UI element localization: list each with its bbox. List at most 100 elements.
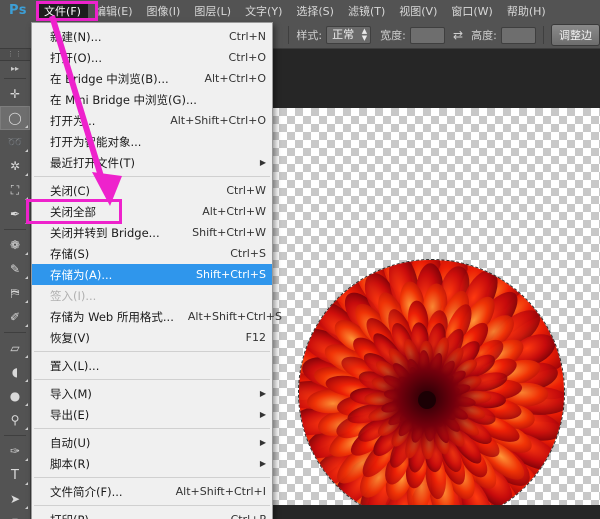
menubar-item-1[interactable]: 编辑(E) (88, 2, 140, 21)
menu-item-12[interactable]: 存储为(A)... Shift+Ctrl+S (32, 264, 272, 285)
menu-item-4[interactable]: 打开为... Alt+Shift+Ctrl+O (32, 110, 272, 131)
style-select[interactable]: 正常 ▲ ▼ (326, 26, 372, 44)
menu-item-10[interactable]: 关闭并转到 Bridge... Shift+Ctrl+W (32, 222, 272, 243)
menubar-item-7[interactable]: 视图(V) (392, 2, 444, 21)
tool-submenu-indicator (25, 324, 28, 327)
menu-item-shortcut: Alt+Shift+Ctrl+I (175, 485, 266, 498)
tools-panel-drag-handle[interactable]: ⋮⋮ (0, 48, 30, 61)
move-tool[interactable]: ✛ (0, 82, 30, 106)
menu-item-0[interactable]: 新建(N)... Ctrl+N (32, 26, 272, 47)
shape-tool[interactable]: ⬣ (0, 511, 30, 519)
toolbar-divider (4, 229, 26, 230)
menu-item-shortcut: Alt+Shift+Ctrl+S (187, 310, 282, 323)
menu-item-label: 存储(S) (50, 246, 90, 261)
menubar-item-2[interactable]: 图像(I) (140, 2, 188, 21)
menubar-item-5[interactable]: 选择(S) (289, 2, 341, 21)
menu-separator (34, 176, 270, 177)
photoshop-logo: Ps (9, 3, 28, 18)
eraser-tool[interactable]: ▱ (0, 336, 30, 360)
tool-submenu-indicator (25, 427, 28, 430)
menu-item-17[interactable]: 置入(L)... (32, 355, 272, 376)
healing-brush-icon: ❁ (9, 238, 21, 252)
tool-submenu-indicator (25, 197, 28, 200)
pen-tool[interactable]: ✑ (0, 439, 30, 463)
menu-item-23[interactable]: 脚本(R) ▶ (32, 453, 272, 474)
menubar-item-4[interactable]: 文字(Y) (238, 2, 289, 21)
menu-item-20[interactable]: 导出(E) ▶ (32, 404, 272, 425)
menu-item-11[interactable]: 存储(S) Ctrl+S (32, 243, 272, 264)
dodge-icon: ⚲ (10, 413, 20, 427)
menubar-item-6[interactable]: 滤镜(T) (341, 2, 392, 21)
eyedropper-tool[interactable]: ✒ (0, 202, 30, 226)
menu-item-14[interactable]: 存储为 Web 所用格式... Alt+Shift+Ctrl+S (32, 306, 282, 327)
tool-submenu-indicator (25, 403, 28, 406)
red-chrysanthemum-image (299, 260, 564, 519)
history-brush-icon: ✐ (9, 310, 21, 324)
menu-separator (34, 379, 270, 380)
menu-item-2[interactable]: 在 Bridge 中浏览(B)... Alt+Ctrl+O (32, 68, 272, 89)
menu-separator (34, 477, 270, 478)
crop-tool[interactable]: ⛶ (0, 178, 30, 202)
dodge-tool[interactable]: ⚲ (0, 408, 30, 432)
menubar-item-0[interactable]: 文件(F) (37, 1, 88, 21)
menu-item-label: 自动(U) (50, 435, 91, 450)
blur-tool[interactable]: ● (0, 384, 30, 408)
submenu-arrow-icon: ▶ (259, 459, 266, 468)
menu-item-label: 签入(I)... (50, 288, 97, 303)
brush-tool[interactable]: ✎ (0, 257, 30, 281)
menu-separator (34, 505, 270, 506)
flower-layer-selection[interactable] (298, 259, 565, 519)
menu-item-label: 新建(N)... (50, 29, 102, 44)
menu-item-shortcut: Ctrl+O (228, 51, 266, 64)
menu-item-8[interactable]: 关闭(C) Ctrl+W (32, 180, 272, 201)
menu-item-15[interactable]: 恢复(V) F12 (32, 327, 272, 348)
menu-item-label: 存储为(A)... (50, 267, 113, 282)
menu-item-1[interactable]: 打开(O)... Ctrl+O (32, 47, 272, 68)
menu-item-label: 脚本(R) (50, 456, 90, 471)
menu-item-shortcut: Shift+Ctrl+W (192, 226, 266, 239)
menu-item-6[interactable]: 最近打开文件(T) ▶ (32, 152, 272, 173)
toolbar-divider (4, 78, 26, 79)
menubar-item-9[interactable]: 帮助(H) (500, 2, 553, 21)
menu-item-shortcut: Ctrl+S (230, 247, 266, 260)
menu-bar[interactable]: Ps 文件(F) 编辑(E) 图像(I) 图层(L) 文字(Y) 选择(S) 滤镜(T) 视图… (0, 0, 600, 22)
menu-item-label: 恢复(V) (50, 330, 90, 345)
elliptical-marquee-tool[interactable]: ◯ (0, 106, 30, 130)
menu-item-label: 在 Mini Bridge 中浏览(G)... (50, 92, 197, 107)
tools-panel[interactable]: ⋮⋮ ▸▸ ✛◯➿✲⛶✒❁✎⛿✐▱◖●⚲✑T➤⬣✋⌕ ▣ ◰ (0, 48, 31, 519)
menubar-item-3[interactable]: 图层(L) (187, 2, 238, 21)
tool-submenu-indicator (25, 506, 28, 509)
history-brush-tool[interactable]: ✐ (0, 305, 30, 329)
swap-arrows-icon[interactable]: ⇄ (453, 28, 463, 42)
file-dropdown-menu[interactable]: 新建(N)... Ctrl+N 打开(O)... Ctrl+O 在 Bridge 中浏览… (31, 22, 282, 519)
spot-healing-brush-tool[interactable]: ❁ (0, 233, 30, 257)
pen-icon: ✑ (9, 444, 21, 458)
menubar-item-8[interactable]: 窗口(W) (444, 2, 499, 21)
menu-item-label: 关闭全部 (50, 204, 96, 219)
height-input[interactable] (500, 26, 537, 44)
menu-item-3[interactable]: 在 Mini Bridge 中浏览(G)... (32, 89, 272, 110)
quick-selection-tool[interactable]: ✲ (0, 154, 30, 178)
arrow-pointer-icon: ➤ (9, 492, 21, 506)
lasso-tool[interactable]: ➿ (0, 130, 30, 154)
menu-item-22[interactable]: 自动(U) ▶ (32, 432, 272, 453)
collapse-arrows-icon[interactable]: ▸▸ (0, 61, 30, 75)
menu-item-label: 导入(M) (50, 386, 92, 401)
tool-submenu-indicator (25, 276, 28, 279)
menu-item-25[interactable]: 文件简介(F)... Alt+Shift+Ctrl+I (32, 481, 272, 502)
menu-item-shortcut: Alt+Shift+Ctrl+O (170, 114, 266, 127)
gradient-tool[interactable]: ◖ (0, 360, 30, 384)
width-input[interactable] (409, 26, 446, 44)
path-selection-tool[interactable]: ➤ (0, 487, 30, 511)
menu-item-5[interactable]: 打开为智能对象... (32, 131, 272, 152)
clone-stamp-tool[interactable]: ⛿ (0, 281, 30, 305)
tool-submenu-indicator (25, 355, 28, 358)
menu-item-19[interactable]: 导入(M) ▶ (32, 383, 272, 404)
refine-edge-button[interactable]: 调整边 (551, 24, 600, 46)
menu-item-9[interactable]: 关闭全部 Alt+Ctrl+W (32, 201, 272, 222)
panel-drag-handle-icon: ⋮⋮ (7, 50, 23, 58)
type-tool[interactable]: T (0, 463, 30, 487)
options-divider-2 (543, 26, 544, 44)
menu-item-label: 关闭并转到 Bridge... (50, 225, 160, 240)
menu-item-27[interactable]: 打印(P)...Ctrl+P (32, 509, 272, 519)
